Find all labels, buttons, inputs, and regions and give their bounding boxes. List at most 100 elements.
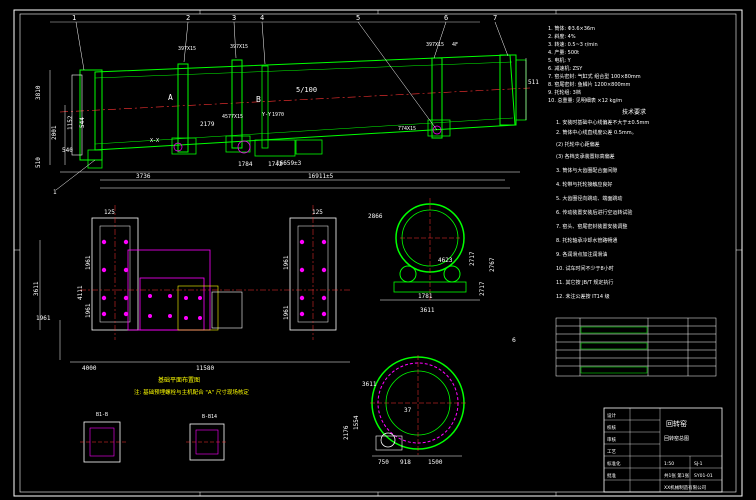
callout-2: 2: [186, 14, 190, 22]
sa-dim-3: 1781: [418, 293, 433, 300]
detail-views: B1-B B-B14: [80, 412, 228, 463]
label-1: 1: [53, 189, 57, 196]
spec-item-1: 1. 筒体: Φ3.6×36m: [548, 25, 595, 32]
req-item-3: (2) 托轮中心距偏差: [556, 141, 600, 148]
spec-item-8: 8. 窑尾密封: 鱼鳞片 1200×800mm: [548, 81, 631, 88]
sb-dim-2: 1554: [353, 415, 360, 430]
req-item-9: 7. 窑头、窑尾密封装置安装调整: [556, 223, 627, 230]
fdim-top-right: 125: [312, 209, 323, 216]
dim-left-2: 2001: [51, 125, 58, 140]
req-item-13: 11. 其它按 JB/T 规定执行: [556, 279, 613, 286]
leader-8: [55, 159, 96, 191]
dim-mid-4: 1784: [238, 161, 253, 168]
tb-sheet: 共1张 第1张: [664, 472, 690, 479]
sa-dim-2: 3611: [420, 307, 435, 314]
fdim-left-2: 1961: [85, 255, 92, 270]
dim-left-4: 510: [35, 157, 42, 168]
drive-unit: [254, 139, 296, 157]
spec-item-2: 2. 斜度: 4%: [548, 33, 576, 40]
leader-6: [433, 21, 447, 59]
fdim-right-1: 1961: [283, 255, 290, 270]
section-a-view: 2866 3611 1781 4623 2717 2717 2767: [368, 198, 496, 314]
tb-scale: 1:50: [664, 461, 674, 467]
spec-item-7: 7. 窑头密封: 气缸式 组合型 100×80mm: [548, 73, 641, 80]
fdim-top-left: 125: [104, 209, 115, 216]
req-item-6: 4. 轮带与托轮接触应良好: [556, 181, 612, 188]
tb-company: XX机械制造有限公司: [664, 484, 706, 491]
req-ref-number: 6: [512, 337, 516, 344]
spec-item-4: 4. 产量: 500t: [548, 49, 579, 56]
support-roller-right: [443, 265, 461, 283]
head-support: [87, 149, 103, 169]
callout-7: 7: [493, 14, 497, 22]
fdim-left-3: 4111: [77, 285, 84, 300]
req-item-2: 2. 筒体中心线直线度公差 0.5mm。: [556, 129, 637, 136]
callout-4: 4: [260, 14, 264, 22]
fdim-right-2: 1961: [283, 305, 290, 320]
frame-ticks: [14, 10, 742, 496]
sa-dim-4: 4623: [438, 257, 453, 264]
sa-dim-6: 2717: [479, 281, 486, 296]
dim-left-1: 3810: [35, 85, 42, 100]
requirements-block: 技术要求 1. 安装时基础中心线偏差不大于±0.5mm 2. 筒体中心线直线度公…: [512, 108, 649, 344]
motor-pad-edge: [211, 291, 243, 329]
motor: [295, 139, 323, 155]
kiln-head: [79, 69, 103, 161]
dim-mid-7: X-X: [150, 138, 159, 144]
tb-row-4: 工艺: [607, 449, 616, 455]
support-roller-left: [399, 265, 417, 283]
spec-item-5: 5. 电机: Y: [548, 57, 572, 64]
drum-line-top: [94, 61, 513, 79]
tb-drawing-no: SJ-1: [694, 461, 703, 467]
req-item-11: 9. 各润滑点加注润滑油: [556, 251, 607, 258]
sa-dim-1: 2866: [368, 213, 383, 220]
tb-row-1: 设计: [607, 412, 616, 419]
dim-bottom-2: 16659±3: [276, 160, 302, 167]
dim-mid-3: 1970: [272, 112, 284, 118]
spec-item-3: 3. 转速: 0.5~3 r/min: [548, 41, 598, 48]
drawing-canvas: 1 2 3 4 5 6 7 397X15 397X15 397X15 4F 5/…: [13, 9, 743, 497]
callout-5: 5: [356, 14, 360, 22]
sa-dim-5: 2717: [469, 251, 476, 266]
sb-dim-3: 2176: [343, 425, 350, 440]
title-block-frame: [603, 407, 723, 493]
dim-left-5: 540: [62, 147, 73, 154]
tb-row-6: 批准: [607, 472, 616, 479]
spec-item-6: 6. 减速机: ZSY: [548, 65, 583, 72]
detail-label-left: B1-B: [96, 412, 108, 418]
parts-table: [555, 317, 717, 377]
dim-mid-2: 4577X15: [222, 114, 243, 120]
anchor-bolts: [101, 239, 327, 320]
callout-1: 1: [72, 14, 76, 22]
req-item-10: 8. 托轮轴承冷却水管路畅通: [556, 237, 617, 244]
foundation-plan: 125 125 3611 1961 4111 1961 1961 4000 11…: [33, 205, 350, 396]
spec-block: 1. 筒体: Φ3.6×36m 2. 斜度: 4% 3. 转速: 0.5~3 r…: [548, 25, 641, 104]
requirements-title: 技术要求: [622, 108, 646, 116]
bearing-tag-3: 397X15: [426, 42, 444, 48]
dim-bottom-3: 16911±5: [308, 173, 334, 180]
tb-bottom-code: SY01-01: [694, 473, 713, 479]
sb-dim-5: 918: [400, 459, 411, 466]
tb-row-3: 审核: [607, 436, 616, 443]
fdim-bottom-2: 11580: [196, 365, 214, 372]
tb-row-2: 校核: [607, 424, 616, 431]
req-item-5: 3. 筒体与大齿圈配合面间隙: [556, 167, 617, 174]
leader-2: [183, 21, 189, 63]
req-item-8: 6. 传动装置安装后进行空运转试验: [556, 209, 632, 216]
label-y-y: Y-Y: [262, 112, 271, 118]
drawing-frame: [13, 9, 743, 497]
drum-shell: [94, 54, 516, 151]
bearing-tag-1: 397X15: [178, 46, 196, 52]
section-b-view: 3611 1554 2176 750 918 1500 37: [343, 355, 466, 466]
slope-label: 5/100: [296, 86, 317, 94]
kiln-axis: [59, 87, 531, 113]
sb-dim-7: 37: [404, 407, 412, 414]
spec-item-9: 9. 托轮组: 3档: [548, 89, 581, 96]
tail-seal: [515, 59, 527, 121]
pinion-section: [380, 432, 396, 448]
tb-project: 回转窑总图: [664, 435, 689, 442]
bearing-tag-2: 397X15: [230, 44, 248, 50]
kiln-tail: [499, 54, 517, 126]
spec-item-10: 10. 总重量: 见明细表 ×12 kg/m: [548, 97, 622, 104]
dim-left-6: 544: [79, 117, 86, 128]
